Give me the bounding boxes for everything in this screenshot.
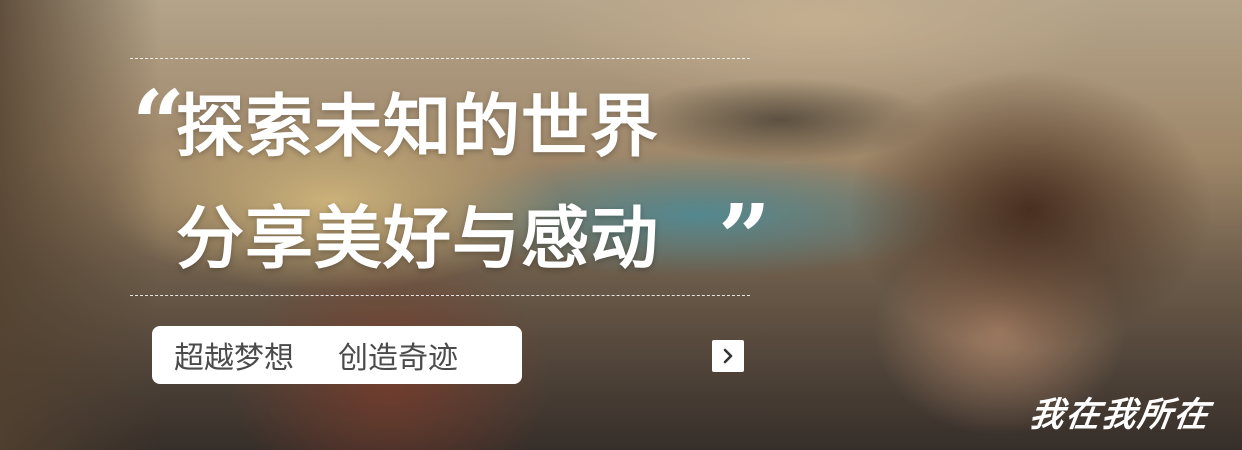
headline-line-2: 分享美好与感动	[176, 200, 660, 279]
headline-line-1: 探索未知的世界	[176, 88, 660, 167]
top-dashed-divider	[130, 58, 750, 59]
tagline-pill: 超越梦想 创造奇迹	[152, 326, 522, 384]
promo-banner: “ 探索未知的世界 分享美好与感动 ” 超越梦想 创造奇迹 我在我所在	[0, 0, 1242, 450]
tagline-right: 创造奇迹	[338, 341, 458, 376]
calligraphy-signature: 我在我所在	[1027, 395, 1213, 435]
chevron-right-icon	[723, 348, 733, 364]
closing-quote-mark: ”	[718, 184, 771, 292]
tagline-left: 超越梦想	[174, 341, 294, 376]
next-button[interactable]	[712, 340, 744, 372]
bottom-dashed-divider	[130, 295, 750, 296]
